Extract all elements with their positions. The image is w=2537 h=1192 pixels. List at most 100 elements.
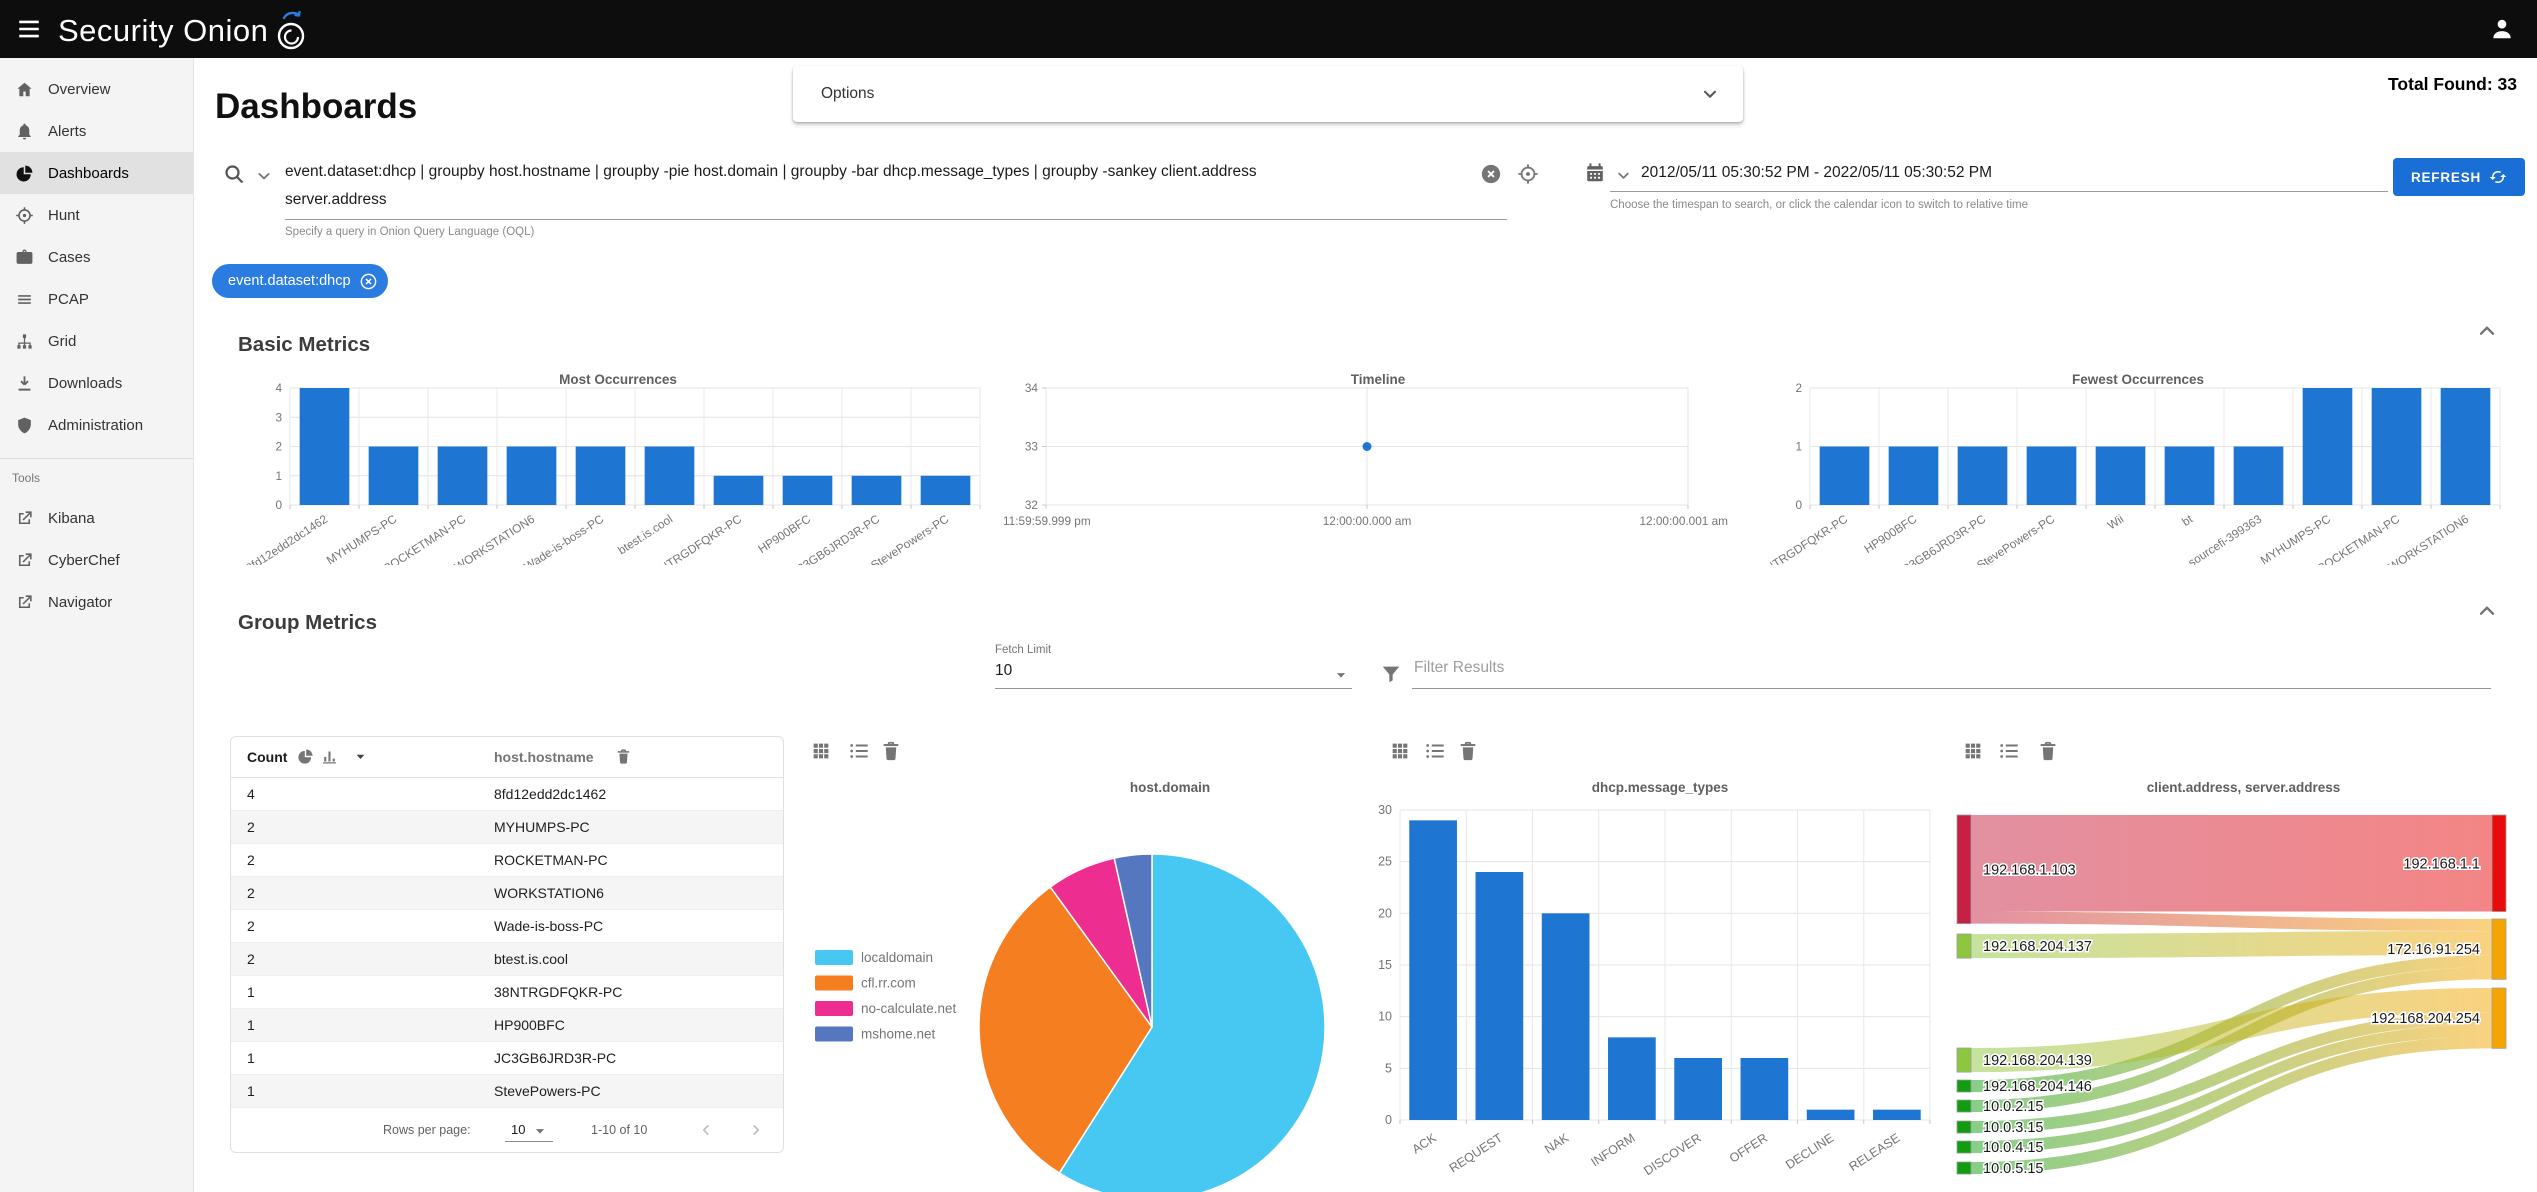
bar[interactable] [2440,388,2491,505]
bar[interactable] [644,446,695,506]
legend-label[interactable]: mshome.net [861,1027,936,1042]
sankey-node-192-168-204-137[interactable] [1956,933,1972,959]
trash-icon[interactable] [1457,740,1479,762]
bar[interactable] [1674,1058,1722,1120]
basic-metrics-collapse-icon[interactable] [2474,318,2500,344]
bar[interactable] [2026,446,2077,506]
sidebar-item-alerts[interactable]: Alerts [0,110,193,152]
calendar-icon[interactable] [1584,162,1606,184]
list-view-icon[interactable] [1998,740,2020,762]
fetch-limit-select[interactable]: 10 [995,662,1012,680]
options-panel[interactable]: Options [793,66,1743,122]
bar[interactable] [437,446,488,506]
bar[interactable] [2302,388,2353,505]
sidebar-item-administration[interactable]: Administration [0,404,193,446]
sidebar-item-cyberchef[interactable]: CyberChef [0,539,193,581]
query-input[interactable]: event.dataset:dhcp | groupby host.hostna… [285,158,1485,214]
bar[interactable] [506,446,557,506]
sidebar-item-navigator[interactable]: Navigator [0,581,193,623]
table-view-icon[interactable] [810,740,832,762]
filter-results-input[interactable] [1412,658,2486,678]
sankey-node-10-0-4-15[interactable] [1956,1140,1972,1154]
bar[interactable] [1888,446,1939,506]
sidebar-item-cases[interactable]: Cases [0,236,193,278]
filter-chip[interactable]: event.dataset:dhcp [212,264,388,298]
bar[interactable] [1873,1109,1921,1120]
menu-icon[interactable] [16,16,42,42]
user-icon[interactable] [2489,16,2515,42]
bar[interactable] [1957,446,2008,506]
sankey-node-192-168-204-254[interactable] [2491,987,2507,1049]
date-expand-chevron-icon[interactable] [1614,166,1633,185]
table-row[interactable]: 2 WORKSTATION6 [231,877,783,910]
bar[interactable] [1475,872,1524,1120]
table-row[interactable]: 1 JC3GB6JRD3R-PC [231,1042,783,1075]
previous-page-icon[interactable] [697,1121,715,1139]
bar[interactable] [920,475,971,505]
bar[interactable] [2095,446,2146,506]
legend-label[interactable]: no-calculate.net [861,1001,957,1016]
sankey-node-10-0-5-15[interactable] [1956,1161,1972,1175]
legend-swatch[interactable] [815,950,853,965]
bar[interactable] [1608,1037,1656,1120]
rows-per-page-caret-icon[interactable] [531,1122,549,1140]
table-row[interactable]: 1 38NTRGDFQKR-PC [231,976,783,1009]
chip-close-icon[interactable] [359,272,378,291]
chevron-down-icon[interactable] [1699,83,1721,105]
list-view-icon[interactable] [848,740,870,762]
legend-swatch[interactable] [815,1001,853,1016]
hostname-column-header[interactable]: host.hostname [494,749,594,765]
bar[interactable] [368,446,419,506]
sidebar-item-pcap[interactable]: PCAP [0,278,193,320]
table-row[interactable]: 4 8fd12edd2dc1462 [231,778,783,811]
sankey-node-172-16-91-254[interactable] [2491,918,2507,980]
most-occurrences-bars[interactable]: 012348fd12edd2dc1462MYHUMPS-PCROCKETMAN-… [240,365,996,565]
sidebar-item-downloads[interactable]: Downloads [0,362,193,404]
fetch-limit-caret-icon[interactable] [1332,666,1350,684]
table-row[interactable]: 2 btest.is.cool [231,943,783,976]
legend-swatch[interactable] [815,1026,853,1042]
sidebar-item-hunt[interactable]: Hunt [0,194,193,236]
bar[interactable] [1541,913,1590,1120]
client-server-sankey[interactable]: 192.168.1.103 192.168.204.137 192.168.204.… [1950,800,2537,1192]
trash-icon[interactable] [880,740,902,762]
table-view-icon[interactable] [1389,740,1411,762]
sidebar-item-overview[interactable]: Overview [0,68,193,110]
trash-icon[interactable] [615,748,632,765]
bar[interactable] [713,475,764,505]
next-page-icon[interactable] [747,1121,765,1139]
list-view-icon[interactable] [1424,740,1446,762]
bar[interactable] [2233,446,2284,506]
bar[interactable] [2164,446,2215,506]
bar[interactable] [1740,1058,1789,1120]
crosshair-actions-icon[interactable] [1517,163,1539,185]
table-view-icon[interactable] [1962,740,1984,762]
sankey-node-192-168-1-103[interactable] [1956,814,1972,925]
query-expand-chevron-icon[interactable] [254,166,274,186]
date-range-input[interactable]: 2012/05/11 05:30:52 PM - 2022/05/11 05:3… [1641,164,1992,182]
table-row[interactable]: 2 Wade-is-boss-PC [231,910,783,943]
fewest-occurrences-bars[interactable]: 01238NTRGDFQKR-PC HP900BFCJC3GB6JRD3R-PCS… [1760,365,2516,565]
legend-label[interactable]: cfl.rr.com [861,976,916,991]
sort-caret-icon[interactable] [352,748,369,765]
bar[interactable] [782,475,833,505]
sankey-node-192-168-1-1[interactable] [2491,814,2507,912]
bar[interactable] [575,446,626,506]
trash-icon[interactable] [2037,740,2059,762]
sankey-node-192-168-204-146[interactable] [1956,1079,1972,1093]
bar[interactable] [299,388,350,505]
group-metrics-collapse-icon[interactable] [2474,598,2500,624]
bar[interactable] [851,475,902,505]
sankey-node-192-168-204-139[interactable] [1956,1047,1972,1073]
sankey-node-10-0-2-15[interactable] [1956,1099,1972,1113]
bar[interactable] [1806,1109,1855,1120]
clear-query-icon[interactable] [1480,163,1502,185]
legend-label[interactable]: localdomain [861,950,933,965]
sankey-link[interactable] [1971,911,2492,932]
legend-swatch[interactable] [815,975,853,991]
table-row[interactable]: 2 ROCKETMAN-PC [231,844,783,877]
sidebar-item-dashboards[interactable]: Dashboards [0,152,193,194]
sankey-node-10-0-3-15[interactable] [1956,1120,1972,1134]
pie-chart-toggle-icon[interactable] [297,748,314,765]
bar[interactable] [1819,446,1870,506]
